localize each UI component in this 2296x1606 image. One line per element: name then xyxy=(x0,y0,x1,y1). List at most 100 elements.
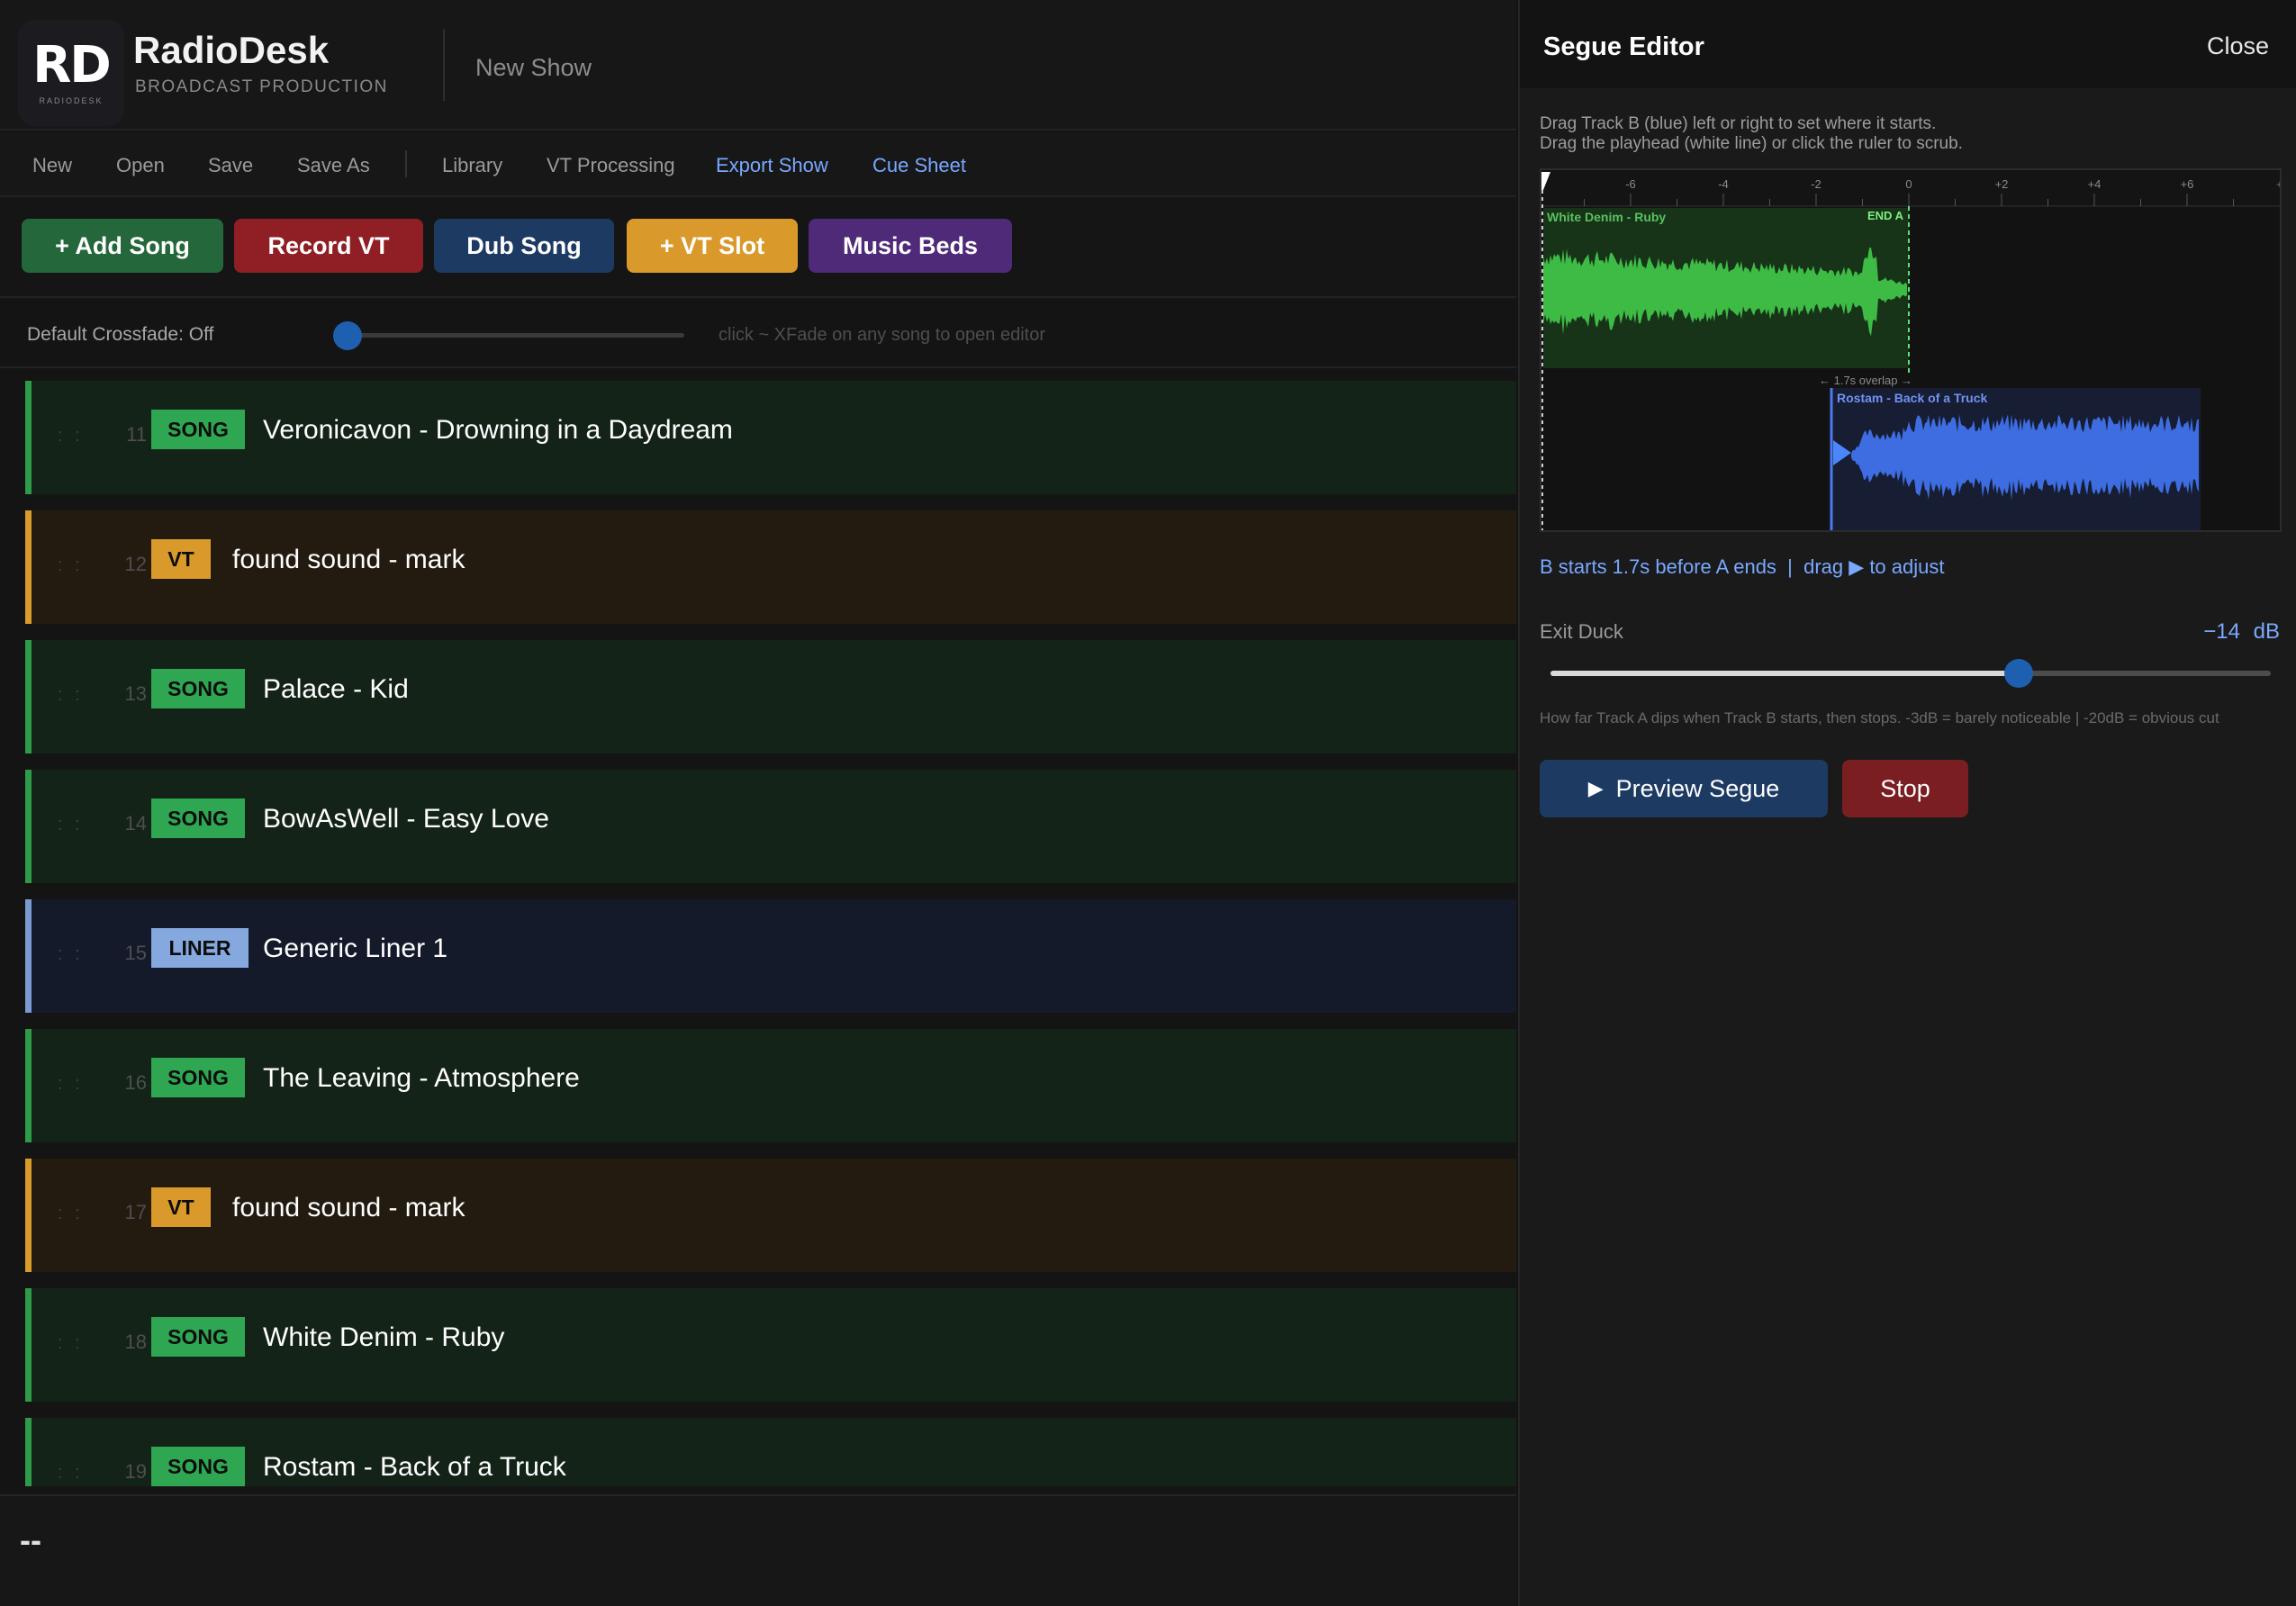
row-title: Generic Liner 1 xyxy=(263,934,448,963)
row-type-stripe xyxy=(25,510,32,624)
crossfade-slider-track[interactable] xyxy=(348,333,684,338)
menu-library[interactable]: Library xyxy=(442,154,502,177)
row-type-tag: SONG xyxy=(151,1058,245,1097)
add-song-button[interactable]: + Add Song xyxy=(22,219,223,273)
drag-handle-icon[interactable]: : : xyxy=(58,1204,84,1224)
row-title: found sound - mark xyxy=(232,545,466,574)
exit-duck-db-value: −14 xyxy=(2203,619,2240,644)
exit-duck-description: How far Track A dips when Track B starts… xyxy=(1540,709,2219,726)
row-number: 19 xyxy=(124,1460,147,1483)
header-divider xyxy=(443,29,445,101)
menu-new[interactable]: New xyxy=(32,154,72,177)
music-beds-button[interactable]: Music Beds xyxy=(809,219,1012,273)
crossfade-slider-thumb[interactable] xyxy=(333,321,362,350)
ruler-tick-label: -2 xyxy=(1811,177,1821,191)
instruction-track-b: Drag Track B (blue) left or right to set… xyxy=(1540,114,1937,133)
row-type-stripe xyxy=(25,640,32,753)
segue-status: B starts 1.7s before A ends | drag ▶ to … xyxy=(1540,555,1944,579)
overlap-label: ← 1.7s overlap → xyxy=(1819,374,1912,387)
row-type-tag: VT xyxy=(151,1187,211,1227)
drag-handle-icon[interactable]: : : xyxy=(58,1074,84,1095)
drag-handle-icon[interactable]: : : xyxy=(58,426,84,447)
segue-status-text: B starts 1.7s before A ends | drag xyxy=(1540,555,1844,578)
rundown-row[interactable]: : : 19 SONG Rostam - Back of a Truck xyxy=(25,1418,1516,1486)
app-logo: RD RADIODESK xyxy=(18,20,124,126)
row-title: Veronicavon - Drowning in a Daydream xyxy=(263,415,733,445)
drag-handle-icon[interactable]: : : xyxy=(58,1333,84,1354)
menu-vt-processing[interactable]: VT Processing xyxy=(547,154,675,177)
close-button[interactable]: Close xyxy=(2207,32,2269,60)
row-number: 12 xyxy=(124,553,147,575)
row-type-tag: LINER xyxy=(151,928,249,968)
menu-save[interactable]: Save xyxy=(208,154,253,177)
row-number: 16 xyxy=(124,1071,147,1094)
show-name[interactable]: New Show xyxy=(475,54,592,82)
drag-handle-icon[interactable]: : : xyxy=(58,815,84,835)
row-title: Palace - Kid xyxy=(263,674,409,704)
menu-export-show[interactable]: Export Show xyxy=(716,154,828,177)
row-number: 17 xyxy=(124,1201,147,1223)
drag-handle-icon[interactable]: : : xyxy=(58,685,84,706)
menu-bar: New Open Save Save As Library VT Process… xyxy=(0,132,1516,197)
row-number: 15 xyxy=(124,942,147,964)
ruler-tick-label: -6 xyxy=(1625,177,1636,191)
crossfade-hint: click ~ XFade on any song to open editor xyxy=(719,325,1046,345)
row-type-tag: SONG xyxy=(151,1447,245,1486)
row-type-stripe xyxy=(25,1029,32,1142)
end-a-label: END A xyxy=(1867,209,1904,222)
action-toolbar: + Add Song Record VT Dub Song + VT Slot … xyxy=(0,199,1516,298)
rundown-row[interactable]: : : 17 VT found sound - mark xyxy=(25,1159,1516,1272)
row-type-stripe xyxy=(25,899,32,1013)
row-type-stripe xyxy=(25,770,32,883)
drag-handle-icon[interactable]: : : xyxy=(58,944,84,965)
segue-timeline[interactable]: -6-4-20+2+4+6+ White Denim - Ruby END A … xyxy=(1540,168,2283,532)
drag-handle-icon[interactable]: : : xyxy=(58,1463,84,1484)
ruler-tick-label: + xyxy=(2276,177,2280,191)
exit-duck-slider[interactable] xyxy=(1550,659,2271,688)
play-icon: ▶ xyxy=(1587,777,1604,799)
main-pane: RD RADIODESK RadioDesk BROADCAST PRODUCT… xyxy=(0,0,1516,1606)
instruction-playhead: Drag the playhead (white line) or click … xyxy=(1540,134,1963,153)
rundown-row[interactable]: : : 16 SONG The Leaving - Atmosphere xyxy=(25,1029,1516,1142)
rundown-row[interactable]: : : 13 SONG Palace - Kid xyxy=(25,640,1516,753)
crossfade-label: Default Crossfade: Off xyxy=(27,324,214,345)
row-title: White Denim - Ruby xyxy=(263,1322,505,1352)
crossfade-bar: Default Crossfade: Off click ~ XFade on … xyxy=(0,300,1516,368)
preview-segue-button[interactable]: ▶ Preview Segue xyxy=(1540,760,1828,817)
row-title: found sound - mark xyxy=(232,1193,466,1223)
rundown-row[interactable]: : : 18 SONG White Denim - Ruby xyxy=(25,1288,1516,1402)
row-number: 13 xyxy=(124,682,147,705)
menu-divider xyxy=(405,150,407,177)
logo-mark: RD xyxy=(32,36,112,95)
row-number: 18 xyxy=(124,1331,147,1353)
exit-duck-label: Exit Duck xyxy=(1540,620,1623,643)
dub-song-button[interactable]: Dub Song xyxy=(434,219,614,273)
rundown-row[interactable]: : : 12 VT found sound - mark xyxy=(25,510,1516,624)
vt-slot-button[interactable]: + VT Slot xyxy=(627,219,798,273)
exit-duck-slider-thumb[interactable] xyxy=(2004,659,2033,688)
rundown-row[interactable]: : : 11 SONG Veronicavon - Drowning in a Day… xyxy=(25,381,1516,494)
rundown-row[interactable]: : : 14 SONG BowAsWell - Easy Love xyxy=(25,770,1516,883)
segue-waveform-canvas[interactable]: -6-4-20+2+4+6+ White Denim - Ruby END A … xyxy=(1541,170,2283,530)
drag-handle-icon[interactable]: : : xyxy=(58,555,84,576)
app-subtitle: BROADCAST PRODUCTION xyxy=(135,77,388,96)
menu-save-as[interactable]: Save As xyxy=(297,154,370,177)
segue-editor-panel: Segue Editor Close Drag Track B (blue) l… xyxy=(1518,0,2296,1606)
row-type-stripe xyxy=(25,1288,32,1402)
record-vt-button[interactable]: Record VT xyxy=(234,219,423,273)
exit-duck-unit: dB xyxy=(2253,619,2280,644)
ruler-tick-label: 0 xyxy=(1905,177,1912,191)
rundown-row[interactable]: : : 15 LINER Generic Liner 1 xyxy=(25,899,1516,1013)
row-type-tag: VT xyxy=(151,539,211,579)
menu-open[interactable]: Open xyxy=(116,154,165,177)
row-title: BowAsWell - Easy Love xyxy=(263,804,549,834)
footer-status: -- xyxy=(20,1521,41,1558)
menu-cue-sheet[interactable]: Cue Sheet xyxy=(872,154,966,177)
ruler-tick-label: +6 xyxy=(2181,177,2194,191)
app-name: RadioDesk xyxy=(133,29,330,71)
radiodesk-app: RD RADIODESK RadioDesk BROADCAST PRODUCT… xyxy=(0,0,2296,1606)
track-a-label: White Denim - Ruby xyxy=(1547,210,1666,224)
segue-editor-header: Segue Editor Close xyxy=(1520,0,2296,88)
stop-button[interactable]: Stop xyxy=(1842,760,1968,817)
segue-editor-title: Segue Editor xyxy=(1543,32,1704,61)
